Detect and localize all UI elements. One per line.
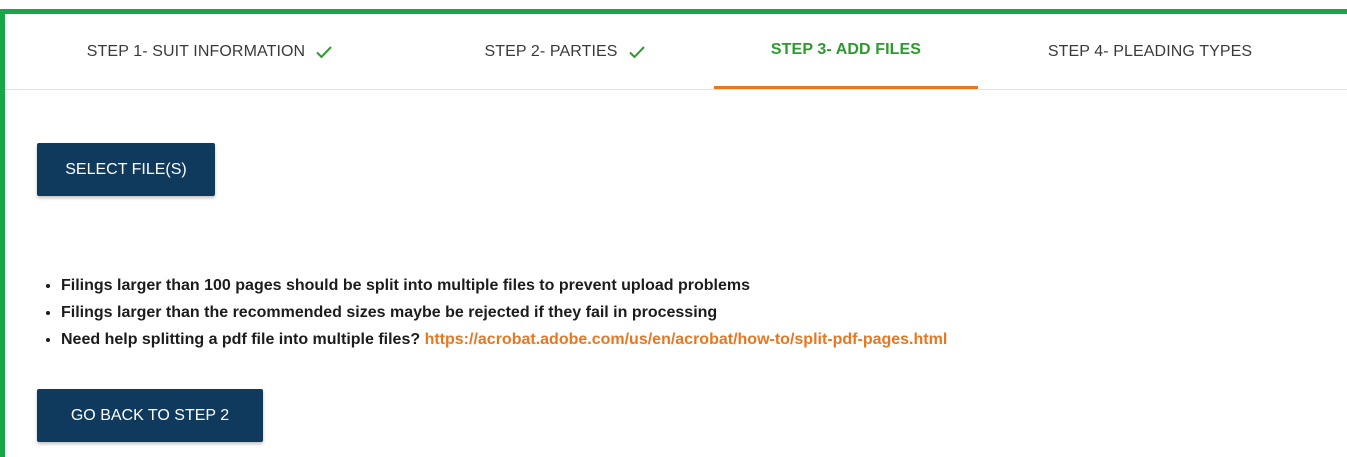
- go-back-button[interactable]: GO BACK TO STEP 2: [37, 389, 263, 442]
- step-tabs: STEP 1- SUIT INFORMATION STEP 2- PARTIES…: [5, 14, 1347, 90]
- split-pdf-help-link[interactable]: https://acrobat.adobe.com/us/en/acrobat/…: [425, 331, 948, 348]
- tab-step-3-label: STEP 3- ADD FILES: [770, 41, 922, 58]
- list-item: Need help splitting a pdf file into mult…: [61, 326, 1347, 353]
- tab-step-1-label: STEP 1- SUIT INFORMATION: [86, 42, 306, 60]
- tab-step-2-label: STEP 2- PARTIES: [484, 42, 618, 60]
- wizard-panel: STEP 1- SUIT INFORMATION STEP 2- PARTIES…: [0, 9, 1347, 457]
- list-item: Filings larger than 100 pages should be …: [61, 272, 1347, 299]
- check-icon: [316, 45, 332, 58]
- tab-step-4-label: STEP 4- PLEADING TYPES: [1047, 42, 1253, 60]
- tab-step-1[interactable]: STEP 1- SUIT INFORMATION: [45, 14, 375, 89]
- note-text: Filings larger than 100 pages should be …: [61, 277, 750, 294]
- upload-notes-list: Filings larger than 100 pages should be …: [37, 272, 1347, 353]
- select-files-button[interactable]: SELECT FILE(S): [37, 143, 215, 196]
- note-text: Need help splitting a pdf file into mult…: [61, 331, 421, 348]
- check-icon: [628, 45, 645, 58]
- note-text: Filings larger than the recommended size…: [61, 304, 718, 321]
- list-item: Filings larger than the recommended size…: [61, 299, 1347, 326]
- tab-step-3[interactable]: STEP 3- ADD FILES: [714, 14, 978, 89]
- tab-step-2[interactable]: STEP 2- PARTIES: [445, 14, 685, 89]
- tab-step-4[interactable]: STEP 4- PLEADING TYPES: [995, 14, 1305, 89]
